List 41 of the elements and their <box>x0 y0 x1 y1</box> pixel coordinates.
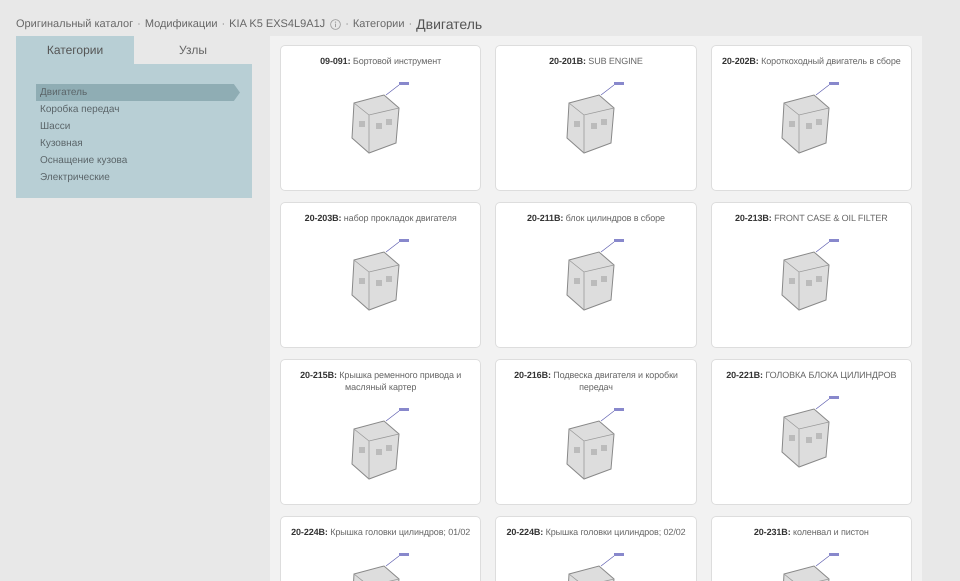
part-card[interactable]: 20-201B: SUB ENGINE <box>495 45 697 191</box>
category-item[interactable]: Кузовная <box>36 135 240 152</box>
card-title: 20-216B: Подвеска двигателя и коробки передач <box>513 369 679 393</box>
current-page-title: Двигатель <box>416 16 482 32</box>
card-title: 09-091: Бортовой инструмент <box>320 55 442 67</box>
part-card[interactable]: 20-216B: Подвеска двигателя и коробки передач <box>495 359 697 505</box>
card-title: 20-231B: коленвал и пистон <box>754 526 869 538</box>
card-title: 20-201B: SUB ENGINE <box>549 55 643 67</box>
card-title: 20-203B: набор прокладок двигателя <box>304 212 457 224</box>
tab[interactable]: Узлы <box>134 36 252 64</box>
breadcrumb-link[interactable]: Категории <box>352 18 404 30</box>
category-item[interactable]: Электрические <box>36 169 240 186</box>
card-title: 20-213B: FRONT CASE & OIL FILTER <box>734 212 888 224</box>
part-card[interactable]: 20-224B: Крышка головки цилиндров; 02/02 <box>495 516 697 581</box>
card-title: 20-224B: Крышка головки цилиндров; 02/02 <box>506 526 686 538</box>
part-card[interactable]: 20-231B: коленвал и пистон <box>710 516 912 581</box>
part-card[interactable]: 20-211B: блок цилиндров в сборе <box>495 202 697 348</box>
card-title: 20-215B: Крышка ременного привода и масляный картер <box>299 369 462 393</box>
breadcrumb-separator: · <box>345 18 349 30</box>
card-title: 20-224B: Крышка головки цилиндров; 01/02 <box>291 526 470 538</box>
part-card[interactable]: 20-202B: Короткоходный двигатель в сборе <box>710 45 912 191</box>
card-title: 20-221B: ГОЛОВКА БЛОКА ЦИЛИНДРОВ <box>726 369 896 381</box>
card-title: 20-211B: блок цилиндров в сборе <box>527 212 665 224</box>
breadcrumb-link[interactable]: Оригинальный каталог <box>16 18 134 30</box>
part-card[interactable]: 20-224B: Крышка головки цилиндров; 01/02 <box>280 516 482 581</box>
part-card[interactable]: 20-221B: ГОЛОВКА БЛОКА ЦИЛИНДРОВ <box>710 359 912 505</box>
part-card[interactable]: 20-215B: Крышка ременного привода и масляный картер <box>280 359 482 505</box>
breadcrumb-link[interactable]: Модификации <box>144 18 218 30</box>
category-item[interactable]: Оснащение кузова <box>36 152 240 169</box>
category-item[interactable]: Шасси <box>36 118 240 135</box>
card-title: 20-202B: Короткоходный двигатель в сборе <box>722 55 901 67</box>
breadcrumb-separator: · <box>408 18 412 30</box>
breadcrumb-link[interactable]: KIA K5 EXS4L9A1J <box>229 18 326 30</box>
info-icon[interactable] <box>330 18 342 30</box>
category-item[interactable]: Коробка передач <box>36 101 240 118</box>
part-card[interactable]: 20-213B: FRONT CASE & OIL FILTER <box>710 202 912 348</box>
breadcrumb-separator: · <box>222 18 226 30</box>
part-card[interactable]: 09-091: Бортовой инструмент <box>280 45 482 191</box>
part-card[interactable]: 20-203B: набор прокладок двигателя <box>280 202 482 348</box>
breadcrumb-separator: · <box>137 18 141 30</box>
tab[interactable]: Категории <box>16 36 134 64</box>
